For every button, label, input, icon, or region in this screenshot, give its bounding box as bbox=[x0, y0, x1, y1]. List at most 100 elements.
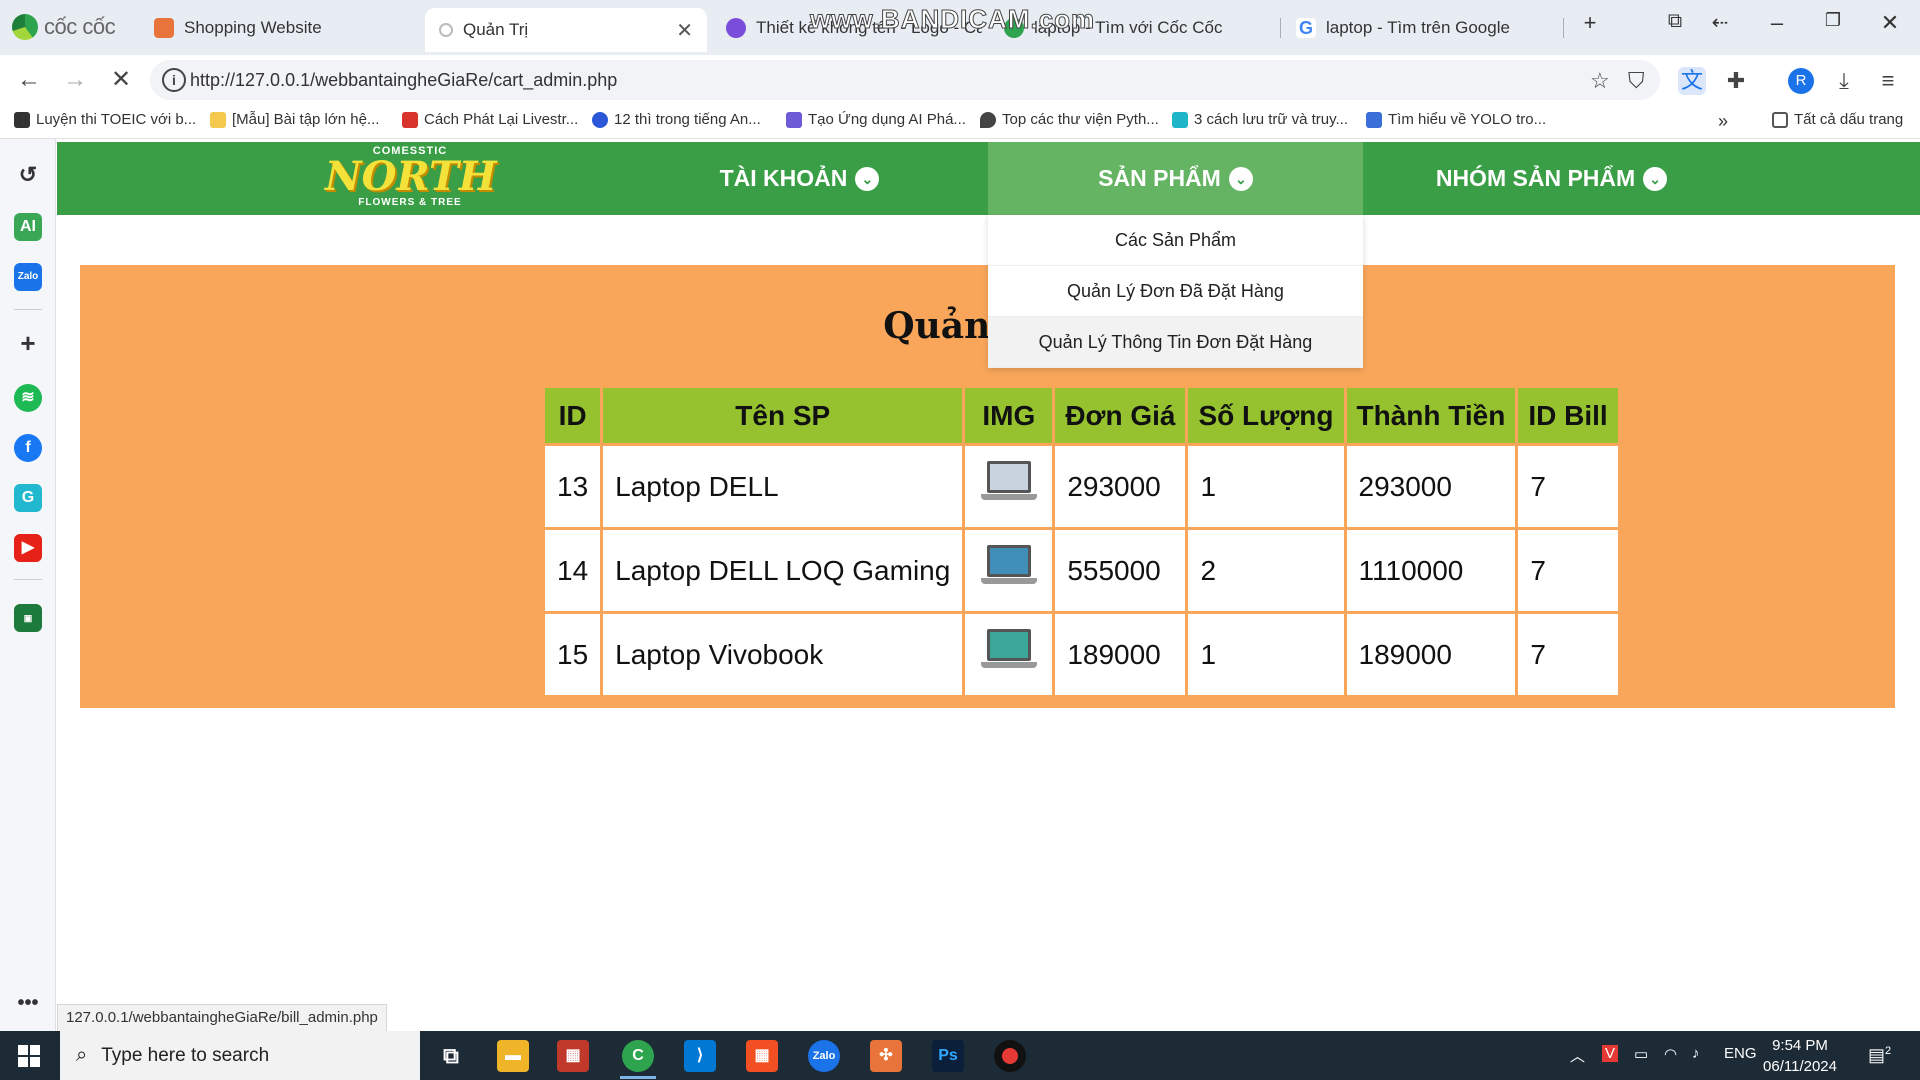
notification-icon[interactable]: ▤2 bbox=[1868, 1045, 1891, 1066]
nav-nhom-san-pham[interactable]: NHÓM SẢN PHẨM ⌄ bbox=[1364, 142, 1739, 215]
spotify-icon[interactable]: ≋ bbox=[14, 384, 42, 412]
back-icon[interactable]: ← bbox=[14, 65, 44, 95]
file-explorer-icon[interactable]: ▬ bbox=[497, 1040, 529, 1072]
nav-tai-khoan[interactable]: TÀI KHOẢN ⌄ bbox=[612, 142, 987, 215]
cell-name: Laptop Vivobook bbox=[600, 611, 966, 698]
wifi-icon[interactable]: ◠ bbox=[1664, 1045, 1677, 1063]
site-logo[interactable]: COMESSTIC NORTH FLOWERS & TREE bbox=[325, 145, 497, 213]
bookmark-item[interactable]: Tìm hiểu về YOLO tro... bbox=[1366, 111, 1546, 128]
tab-title: Quản Trị bbox=[463, 20, 529, 39]
microsoft-store-icon[interactable]: ▦ bbox=[746, 1040, 778, 1072]
adblock-shield-icon[interactable]: ⛉ bbox=[1628, 68, 1645, 94]
nav-label: NHÓM SẢN PHẨM bbox=[1435, 165, 1636, 191]
close-window-button[interactable]: ✕ bbox=[1870, 10, 1910, 36]
google-icon: G bbox=[1296, 18, 1316, 38]
ai-assistant-icon[interactable]: AI bbox=[14, 213, 42, 241]
cell-price: 555000 bbox=[1052, 527, 1189, 614]
zalo-icon[interactable]: Zalo bbox=[14, 263, 42, 291]
nav-san-pham[interactable]: SẢN PHẨM ⌄ bbox=[988, 142, 1363, 215]
bookmark-item[interactable]: Luyện thi TOEIC với b... bbox=[14, 111, 196, 128]
table-row: 14 Laptop DELL LOQ Gaming 555000 2 11100… bbox=[541, 527, 1621, 614]
taskbar-clock[interactable]: 9:54 PM 06/11/2024 bbox=[1760, 1035, 1840, 1077]
download-icon[interactable]: ⤓ bbox=[1830, 67, 1858, 95]
bookmark-item[interactable]: 12 thì trong tiếng An... bbox=[592, 111, 761, 128]
game-icon[interactable]: ▣ bbox=[14, 604, 42, 632]
laptop-icon bbox=[980, 545, 1037, 589]
tab-shopping-website[interactable]: Shopping Website bbox=[140, 8, 410, 48]
record-icon[interactable] bbox=[994, 1040, 1026, 1072]
add-panel-icon[interactable]: + bbox=[14, 329, 42, 357]
bookmark-item[interactable]: Top các thư viện Pyth... bbox=[980, 111, 1159, 128]
menu-icon[interactable]: ≡ bbox=[1874, 67, 1902, 95]
cell-id: 15 bbox=[541, 611, 604, 698]
active-app-indicator bbox=[620, 1076, 656, 1079]
cell-bill: 7 bbox=[1515, 443, 1621, 530]
bookmark-label: Top các thư viện Pyth... bbox=[1002, 111, 1159, 128]
new-tab-button[interactable]: + bbox=[1570, 10, 1610, 36]
bookmark-item[interactable]: 3 cách lưu trữ và truy... bbox=[1172, 111, 1348, 128]
site-navbar: COMESSTIC NORTH FLOWERS & TREE TÀI KHOẢN… bbox=[57, 142, 1920, 215]
all-bookmarks[interactable]: Tất cả dấu trang bbox=[1772, 111, 1903, 128]
col-header-price: Đơn Giá bbox=[1052, 385, 1189, 446]
cell-img bbox=[962, 611, 1056, 698]
menu-item-cac-san-pham[interactable]: Các Sản Phẩm bbox=[988, 215, 1363, 266]
restore-button[interactable]: ❐ bbox=[1813, 10, 1853, 31]
more-bookmarks-icon[interactable]: » bbox=[1718, 111, 1728, 132]
coccoc-taskbar-icon[interactable]: C bbox=[622, 1040, 654, 1072]
forward-icon[interactable]: → bbox=[60, 65, 90, 95]
profile-avatar[interactable]: R bbox=[1788, 68, 1814, 94]
bookmark-item[interactable]: Tạo Ứng dụng AI Phá... bbox=[786, 111, 966, 128]
tab-quan-tri[interactable]: Quản Trị ✕ bbox=[425, 8, 707, 52]
menu-item-don-da-dat-hang[interactable]: Quản Lý Đơn Đã Đặt Hàng bbox=[988, 266, 1363, 317]
facebook-icon[interactable]: f bbox=[14, 434, 42, 462]
more-options-icon[interactable]: ••• bbox=[14, 989, 42, 1017]
xampp-taskbar-icon[interactable]: ✣ bbox=[870, 1040, 902, 1072]
divider bbox=[14, 579, 42, 580]
site-info-icon[interactable]: i bbox=[162, 68, 186, 92]
battery-icon[interactable]: ▭ bbox=[1634, 1045, 1648, 1063]
translate-icon[interactable]: 文 bbox=[1678, 67, 1706, 95]
grammarly-icon[interactable]: G bbox=[14, 484, 42, 512]
language-indicator[interactable]: ENG bbox=[1724, 1045, 1757, 1062]
photoshop-icon[interactable]: Ps bbox=[932, 1040, 964, 1072]
tray-chevron-up-icon[interactable]: ︿ bbox=[1570, 1045, 1585, 1066]
task-view-icon[interactable]: ⧉ bbox=[435, 1040, 467, 1072]
browser-brand[interactable]: cốc cốc bbox=[12, 12, 116, 42]
tab-search-icon[interactable]: ⧉ bbox=[1655, 10, 1695, 33]
windows-start-icon[interactable] bbox=[18, 1045, 40, 1067]
volume-icon[interactable]: ♪ bbox=[1692, 1045, 1700, 1062]
tab-title: Shopping Website bbox=[184, 18, 322, 37]
logo-main-text: NORTH bbox=[325, 153, 497, 200]
bookmark-item[interactable]: Cách Phát Lại Livestr... bbox=[402, 111, 578, 128]
bookmark-star-icon[interactable]: ☆ bbox=[1590, 68, 1610, 94]
tab-google-search[interactable]: G laptop - Tìm trên Google bbox=[1282, 8, 1562, 48]
bookmark-icon bbox=[592, 111, 608, 128]
split-view-icon[interactable]: ⇠ bbox=[1700, 10, 1740, 35]
folder-icon bbox=[1772, 111, 1788, 128]
address-bar[interactable]: i http://127.0.0.1/webbantaingheGiaRe/ca… bbox=[150, 60, 1660, 100]
url-text[interactable]: http://127.0.0.1/webbantaingheGiaRe/cart… bbox=[190, 70, 617, 91]
stop-loading-icon[interactable]: ✕ bbox=[106, 65, 136, 95]
cell-img bbox=[962, 527, 1056, 614]
extensions-icon[interactable]: ✚ bbox=[1722, 67, 1750, 95]
all-bookmarks-label: Tất cả dấu trang bbox=[1794, 111, 1904, 128]
app-icon[interactable]: ▦ bbox=[557, 1040, 589, 1072]
menu-item-thong-tin-don-dat-hang[interactable]: Quản Lý Thông Tin Đơn Đặt Hàng bbox=[988, 317, 1363, 368]
bookmark-icon bbox=[210, 111, 226, 128]
table-row: 15 Laptop Vivobook 189000 1 189000 7 bbox=[541, 611, 1621, 698]
vscode-icon[interactable]: ⟩ bbox=[684, 1040, 716, 1072]
cell-bill: 7 bbox=[1515, 611, 1621, 698]
cell-id: 14 bbox=[541, 527, 604, 614]
location-pin-icon bbox=[980, 111, 996, 128]
tray-app-icon[interactable]: V bbox=[1602, 1045, 1619, 1062]
table-row: 13 Laptop DELL 293000 1 293000 7 bbox=[541, 443, 1621, 530]
close-tab-icon[interactable]: ✕ bbox=[676, 18, 693, 43]
bookmark-item[interactable]: [Mẫu] Bài tập lớn hệ... bbox=[210, 111, 379, 128]
bookmark-label: Cách Phát Lại Livestr... bbox=[424, 111, 579, 128]
minimize-button[interactable]: – bbox=[1757, 10, 1797, 36]
taskbar-search-box[interactable]: ⌕ Type here to search bbox=[60, 1031, 420, 1080]
youtube-icon[interactable]: ▶ bbox=[14, 534, 42, 562]
col-header-total: Thành Tiền bbox=[1343, 385, 1519, 446]
history-icon[interactable]: ↺ bbox=[14, 161, 42, 189]
zalo-taskbar-icon[interactable]: Zalo bbox=[808, 1040, 840, 1072]
